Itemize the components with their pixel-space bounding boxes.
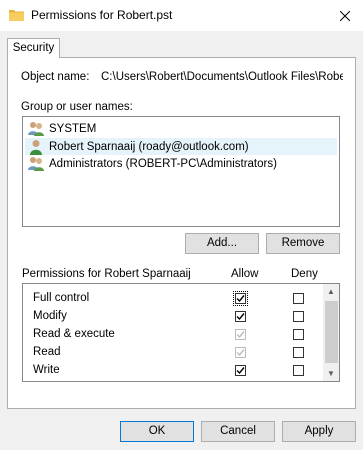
permission-name: Read — [33, 346, 61, 358]
deny-checkbox[interactable] — [293, 311, 304, 322]
list-item-administrators[interactable]: Administrators (ROBERT-PC\Administrators… — [25, 155, 337, 172]
folder-icon — [9, 10, 24, 21]
users-group-icon — [28, 121, 44, 136]
allow-checkbox — [235, 329, 246, 340]
ok-button[interactable]: OK — [120, 421, 194, 442]
deny-column-label: Deny — [291, 268, 318, 280]
allow-checkbox[interactable] — [235, 311, 246, 322]
permission-name: Write — [33, 364, 60, 376]
permission-row: Read & execute — [23, 326, 323, 344]
permission-row: Modify — [23, 308, 323, 326]
deny-checkbox[interactable] — [293, 365, 304, 376]
list-item-label: Robert Sparnaaij (roady@outlook.com) — [49, 140, 249, 153]
group-user-list[interactable]: SYSTEM Robert Sparnaaij (roady@outlook.c… — [22, 116, 340, 227]
tab-security[interactable]: Security — [7, 38, 60, 58]
deny-checkbox[interactable] — [293, 293, 304, 304]
permission-name: Read & execute — [33, 328, 115, 340]
close-icon — [339, 10, 350, 21]
object-name-value: C:\Users\Robert\Documents\Outlook Files\… — [101, 71, 343, 83]
permissions-list: Full control Modify Read & execute Read Writ… — [22, 283, 340, 382]
remove-button[interactable]: Remove — [266, 233, 340, 254]
group-list-label: Group or user names: — [21, 101, 133, 113]
permission-row: Write — [23, 362, 323, 380]
scroll-down-icon[interactable]: ▼ — [327, 369, 335, 378]
scroll-up-icon[interactable]: ▲ — [327, 287, 335, 296]
cancel-button[interactable]: Cancel — [201, 421, 275, 442]
object-name-label: Object name: — [21, 71, 90, 83]
window-title: Permissions for Robert.pst — [31, 8, 173, 22]
list-item-system[interactable]: SYSTEM — [25, 120, 337, 137]
allow-column-label: Allow — [231, 268, 259, 280]
permissions-header: Permissions for Robert Sparnaaij — [22, 268, 191, 280]
deny-checkbox[interactable] — [293, 329, 304, 340]
allow-checkbox[interactable] — [233, 291, 248, 306]
user-icon — [30, 139, 42, 155]
deny-checkbox[interactable] — [293, 347, 304, 358]
permission-row: Full control — [23, 290, 323, 308]
list-item-label: Administrators (ROBERT-PC\Administrators… — [49, 157, 277, 170]
allow-checkbox[interactable] — [235, 365, 246, 376]
apply-button[interactable]: Apply — [282, 421, 356, 442]
allow-checkbox — [235, 347, 246, 358]
scroll-thumb[interactable] — [325, 301, 338, 363]
add-button[interactable]: Add... — [185, 233, 259, 254]
close-button[interactable] — [326, 0, 363, 31]
permission-name: Full control — [33, 292, 90, 304]
permission-row: Read — [23, 344, 323, 362]
permission-name: Modify — [33, 310, 67, 322]
list-item-label: SYSTEM — [49, 122, 97, 135]
users-group-icon — [28, 156, 44, 171]
list-item-robert[interactable]: Robert Sparnaaij (roady@outlook.com) — [25, 138, 337, 155]
